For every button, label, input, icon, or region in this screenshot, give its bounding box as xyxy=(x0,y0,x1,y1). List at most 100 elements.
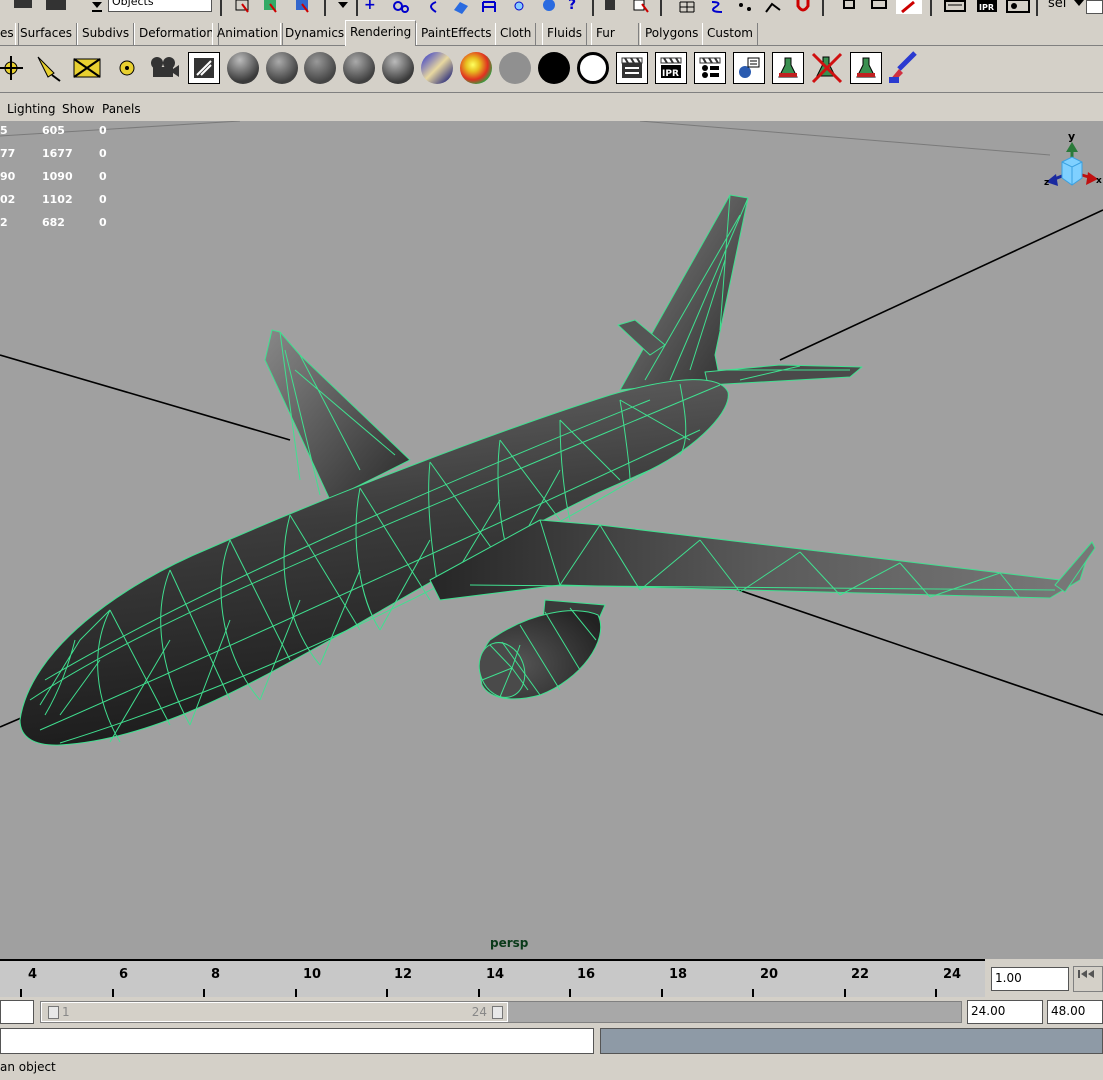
channel-box-icon[interactable] xyxy=(870,0,888,14)
view-axis-indicator[interactable]: y z x xyxy=(1044,130,1102,188)
ramp-material-icon[interactable] xyxy=(420,50,454,86)
hud-value: 0 xyxy=(99,147,107,160)
tab-fluids[interactable]: Fluids xyxy=(542,23,588,45)
range-start-knob[interactable] xyxy=(48,1006,59,1019)
range-handle[interactable]: 1 24 xyxy=(41,1002,508,1022)
tab-surfaces[interactable]: Surfaces xyxy=(15,23,77,45)
hud-value: 682 xyxy=(42,216,65,229)
construction-history-icon[interactable] xyxy=(540,0,558,14)
toolbar-separator xyxy=(660,0,662,16)
tab-fur[interactable]: Fur xyxy=(591,23,639,45)
magnet-icon[interactable] xyxy=(794,0,812,14)
paint-brush-icon[interactable] xyxy=(885,50,919,86)
snap-grid-icon[interactable]: + xyxy=(364,0,382,14)
render-settings-icon[interactable] xyxy=(1006,0,1030,14)
hud-value: 2 xyxy=(0,216,8,229)
toolbar-separator xyxy=(356,0,358,16)
toolbar-separator xyxy=(324,0,326,16)
tab-painteffects[interactable]: PaintEffects xyxy=(416,23,497,45)
snap-point-icon[interactable] xyxy=(424,0,442,14)
surface-icon[interactable] xyxy=(764,0,782,14)
time-tick xyxy=(295,989,297,997)
hypershade-icon[interactable] xyxy=(732,50,766,86)
shading-map-icon[interactable] xyxy=(576,50,610,86)
ambient-light-icon[interactable] xyxy=(110,50,144,86)
assign-shader-icon[interactable] xyxy=(849,50,883,86)
phong-material-icon[interactable] xyxy=(303,50,337,86)
time-tick-label: 14 xyxy=(486,967,505,982)
ipr-icon[interactable]: IPR xyxy=(976,0,998,14)
current-time-field[interactable]: 1.00 xyxy=(991,967,1069,991)
skip-to-start-icon[interactable] xyxy=(1073,966,1103,992)
chevron-down-icon[interactable] xyxy=(334,0,352,14)
ipr-render-shelf-icon[interactable]: IPR xyxy=(654,50,688,86)
tab-custom[interactable]: Custom xyxy=(702,23,758,45)
snap-curve-icon[interactable] xyxy=(392,0,410,14)
command-result-field xyxy=(600,1028,1103,1054)
range-start-field[interactable] xyxy=(0,1000,34,1024)
range-end-knob[interactable] xyxy=(492,1006,503,1019)
tab-rendering[interactable]: Rendering xyxy=(345,20,417,46)
tab-subdivs[interactable]: Subdivs xyxy=(77,23,135,45)
selection-mode-select[interactable]: Objects xyxy=(108,0,212,12)
lambert-material-icon[interactable] xyxy=(226,50,260,86)
camera-icon[interactable] xyxy=(147,50,181,86)
time-slider[interactable]: 4 6 8 10 12 14 16 18 20 22 24 xyxy=(0,959,985,997)
blinn-material-icon[interactable] xyxy=(265,50,299,86)
paint-tool-icon[interactable] xyxy=(896,0,922,14)
toolbar-separator xyxy=(930,0,932,16)
render-icon[interactable] xyxy=(615,50,649,86)
remove-shader-icon[interactable] xyxy=(810,50,844,86)
menu-show[interactable]: Show xyxy=(62,102,94,116)
menu-panels[interactable]: Panels xyxy=(102,102,141,116)
perspective-viewport[interactable]: y z x 5 605 0 77 1677 0 90 1090 0 02 110… xyxy=(0,121,1103,959)
command-line-input[interactable] xyxy=(0,1028,594,1054)
layered-shader-icon[interactable] xyxy=(459,50,493,86)
save-scene-icon[interactable] xyxy=(46,0,66,10)
use-background-icon[interactable] xyxy=(537,50,571,86)
points-icon[interactable] xyxy=(736,0,754,14)
open-scene-icon[interactable] xyxy=(14,0,32,8)
ipr-render-icon[interactable] xyxy=(632,0,650,14)
render-globals-icon[interactable] xyxy=(693,50,727,86)
help-line: an object xyxy=(0,1060,56,1074)
grid-icon[interactable] xyxy=(678,0,696,14)
tab-deformation[interactable]: Deformation xyxy=(134,23,219,45)
rendering-shelf: IPR xyxy=(0,47,1103,93)
make-live-icon[interactable] xyxy=(480,0,498,14)
phonge-material-icon[interactable] xyxy=(342,50,376,86)
curve-icon[interactable] xyxy=(708,0,726,14)
history-icon[interactable] xyxy=(510,0,528,14)
range-slider-bar[interactable]: 1 24 xyxy=(40,1001,962,1023)
help-icon[interactable]: ? xyxy=(568,0,586,14)
flask-icon[interactable] xyxy=(771,50,805,86)
select-component-icon[interactable] xyxy=(294,0,312,14)
time-tick xyxy=(661,989,663,997)
anisotropic-material-icon[interactable] xyxy=(381,50,415,86)
tab-dynamics[interactable]: Dynamics xyxy=(280,23,350,45)
quick-select-field[interactable] xyxy=(1086,0,1103,14)
axis-x-label: x xyxy=(1096,176,1102,186)
airplane-mesh[interactable] xyxy=(19,194,1096,746)
range-end-field[interactable]: 24.00 xyxy=(967,1000,1043,1024)
spot-light-icon[interactable] xyxy=(30,50,64,86)
point-light-icon[interactable] xyxy=(0,50,28,86)
tab-polygons[interactable]: Polygons xyxy=(640,23,704,45)
render-current-frame-icon[interactable] xyxy=(602,0,620,14)
input-line-icon[interactable] xyxy=(840,0,858,14)
snap-view-plane-icon[interactable] xyxy=(452,0,470,14)
select-object-icon[interactable] xyxy=(262,0,280,14)
menu-lighting[interactable]: Lighting xyxy=(7,102,56,116)
area-light-icon[interactable] xyxy=(70,50,104,86)
scene-canvas[interactable]: y z x xyxy=(0,121,1103,959)
playback-end-field[interactable]: 48.00 xyxy=(1047,1000,1103,1024)
time-tick-label: 4 xyxy=(28,967,38,982)
tab-cloth[interactable]: Cloth xyxy=(495,23,537,45)
keyboard-icon[interactable] xyxy=(944,0,966,14)
tab-animation[interactable]: Animation xyxy=(212,23,284,45)
surface-shader-icon[interactable] xyxy=(498,50,532,86)
select-by-hierarchy-icon[interactable] xyxy=(234,0,252,14)
render-view-icon[interactable] xyxy=(187,50,221,86)
chevron-down-icon[interactable] xyxy=(88,0,106,14)
panel-menu-bar: Lighting Show Panels xyxy=(0,96,1103,120)
